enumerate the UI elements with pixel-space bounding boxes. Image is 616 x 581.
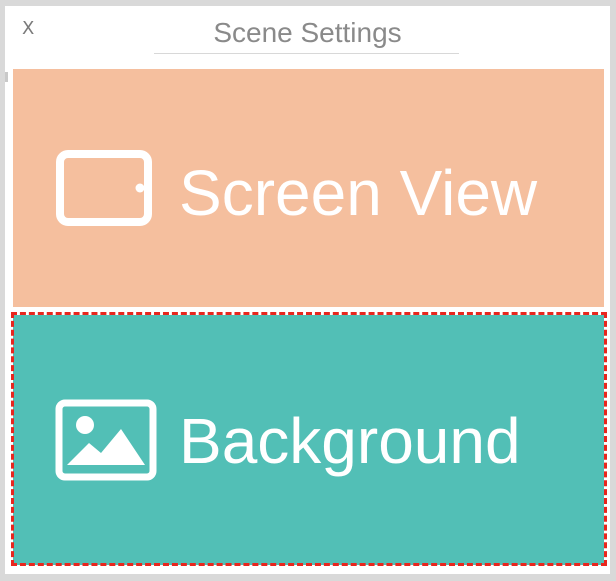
dialog-title: Scene Settings: [213, 17, 402, 48]
title-underline: [154, 53, 459, 54]
edge-marker: [5, 72, 8, 82]
tablet-icon: [56, 150, 152, 226]
background-option[interactable]: Background: [13, 315, 604, 565]
screen-view-label: Screen View: [179, 157, 538, 229]
background-label: Background: [179, 405, 521, 477]
scene-settings-dialog: X Scene Settings Screen View Background: [5, 6, 610, 574]
screen-view-option[interactable]: Screen View: [13, 69, 604, 307]
image-icon: [55, 399, 157, 481]
